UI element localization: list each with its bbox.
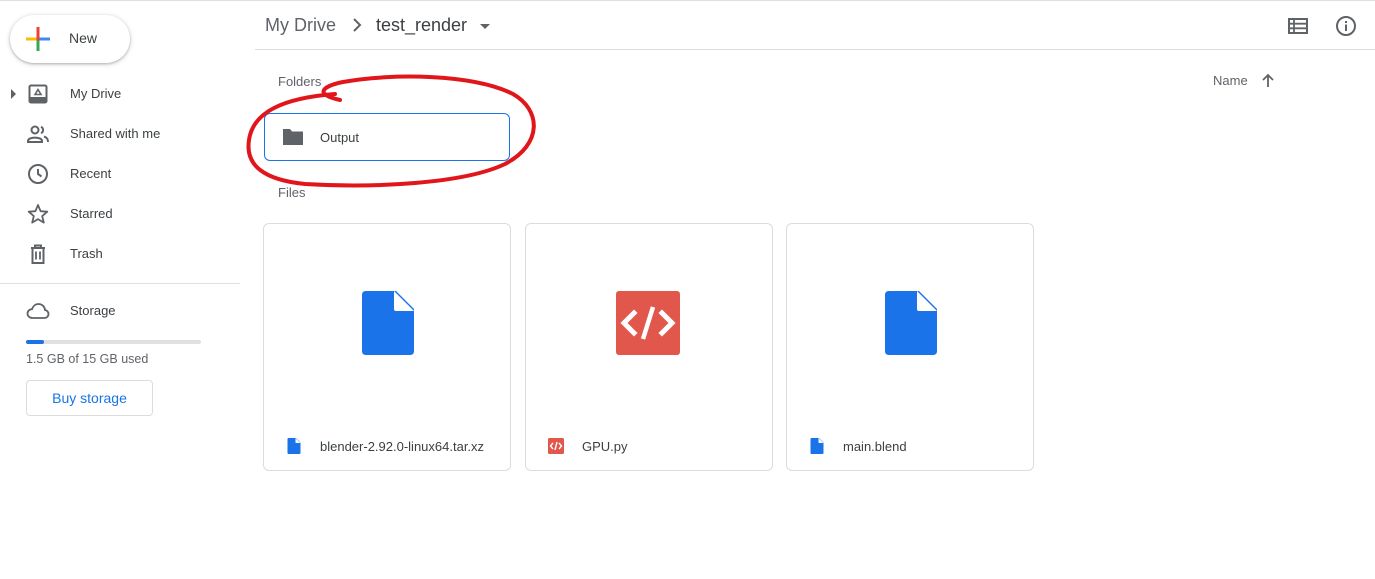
sidebar-item-my-drive[interactable]: My Drive — [0, 74, 240, 114]
breadcrumb-my-drive[interactable]: My Drive — [265, 15, 336, 36]
sidebar: New My Drive Shared with me Recent Starr… — [0, 0, 240, 579]
sidebar-item-label: Recent — [70, 166, 112, 181]
trash-icon — [31, 244, 45, 264]
new-button[interactable]: New — [10, 15, 130, 63]
info-icon[interactable] — [1334, 14, 1358, 38]
expand-caret-icon[interactable] — [11, 89, 16, 99]
new-button-label: New — [69, 30, 98, 46]
sort-by-name[interactable]: Name — [1213, 73, 1248, 88]
header: My Drive test_render — [255, 0, 1375, 50]
chevron-down-icon[interactable] — [480, 24, 490, 29]
star-icon — [27, 204, 49, 224]
file-preview — [787, 224, 1033, 424]
document-small-icon — [810, 438, 824, 454]
list-view-icon[interactable] — [1286, 14, 1310, 38]
file-name: blender-2.92.0-linux64.tar.xz — [320, 439, 485, 454]
sidebar-item-trash[interactable]: Trash — [0, 234, 240, 274]
plus-icon — [26, 27, 50, 51]
storage-meter-fill — [26, 340, 44, 344]
sidebar-item-shared[interactable]: Shared with me — [0, 114, 240, 154]
files-section-title: Files — [278, 185, 306, 200]
arrow-up-icon[interactable] — [1259, 72, 1277, 90]
sidebar-item-storage[interactable]: Storage — [0, 291, 240, 331]
buy-storage-button[interactable]: Buy storage — [26, 380, 153, 416]
shared-icon — [27, 125, 49, 143]
sidebar-item-recent[interactable]: Recent — [0, 154, 240, 194]
sidebar-item-label: Shared with me — [70, 126, 161, 141]
folder-name: Output — [320, 130, 360, 145]
file-preview — [526, 224, 772, 424]
file-preview — [264, 224, 510, 424]
folder-item[interactable]: Output — [264, 113, 510, 161]
sidebar-item-label: Starred — [70, 206, 113, 221]
sidebar-item-label: My Drive — [70, 86, 122, 101]
sidebar-item-label: Trash — [70, 246, 103, 261]
file-item[interactable]: GPU.py — [525, 223, 773, 471]
folders-section-title: Folders — [278, 74, 322, 89]
code-file-icon — [616, 291, 680, 355]
sidebar-divider — [0, 283, 240, 284]
clock-icon — [28, 164, 48, 184]
document-icon — [885, 291, 937, 355]
cloud-icon — [26, 303, 50, 319]
sidebar-item-starred[interactable]: Starred — [0, 194, 240, 234]
file-item[interactable]: blender-2.92.0-linux64.tar.xz — [263, 223, 511, 471]
file-name: main.blend — [843, 439, 907, 454]
folder-icon — [283, 129, 303, 145]
breadcrumb-current-folder[interactable]: test_render — [376, 15, 467, 36]
chevron-right-icon — [353, 18, 362, 32]
storage-used-text: 1.5 GB of 15 GB used — [26, 352, 149, 366]
my-drive-icon — [28, 84, 48, 104]
document-icon — [362, 291, 414, 355]
storage-label: Storage — [70, 303, 116, 318]
file-name: GPU.py — [582, 439, 628, 454]
document-small-icon — [287, 438, 301, 454]
file-item[interactable]: main.blend — [786, 223, 1034, 471]
storage-meter — [26, 340, 201, 344]
code-file-small-icon — [548, 438, 564, 454]
